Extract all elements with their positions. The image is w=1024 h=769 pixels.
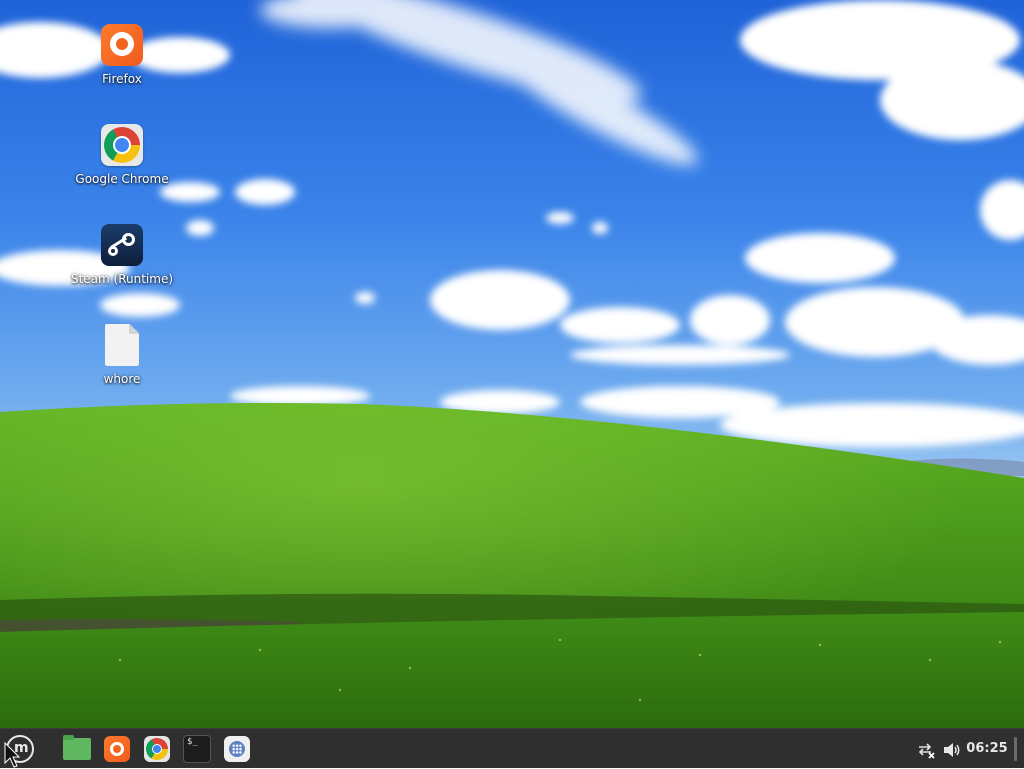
volume-icon (944, 742, 960, 757)
desktop-icon-label: whore (103, 372, 141, 386)
steam-icon (100, 224, 144, 268)
terminal-prompt: $_ (187, 737, 198, 747)
show-desktop-button[interactable] (1014, 737, 1017, 761)
desktop-icon-file[interactable]: whore (67, 324, 177, 386)
launcher-app-grid[interactable] (222, 734, 252, 764)
desktop-icon-google-chrome[interactable]: Google Chrome (67, 124, 177, 186)
chrome-icon (144, 736, 170, 762)
desktop-icon-steam-runtime[interactable]: Steam (Runtime) (67, 224, 177, 286)
desktop-icon-label: Steam (Runtime) (70, 272, 174, 286)
firefox-icon (100, 24, 144, 68)
mouse-pointer-icon (4, 742, 20, 768)
clock[interactable]: 06:25 (966, 729, 1008, 769)
launcher-chrome[interactable] (142, 734, 172, 764)
desktop-icon-label: Google Chrome (75, 172, 169, 186)
terminal-icon: $_ (183, 735, 211, 763)
network-disconnected-icon (918, 742, 935, 759)
network-tray-button[interactable] (916, 729, 938, 769)
app-grid-icon (224, 736, 250, 762)
taskbar: m $_ 06:25 (0, 728, 1024, 768)
desktop-icon-label: Firefox (102, 72, 142, 86)
folder-icon (63, 735, 91, 760)
volume-tray-button[interactable] (942, 729, 964, 769)
file-icon (100, 324, 144, 368)
launcher-terminal[interactable]: $_ (182, 734, 212, 764)
desktop-icon-firefox[interactable]: Firefox (67, 24, 177, 86)
desktop[interactable]: Firefox Google Chrome Steam (Runtime) wh… (0, 0, 1024, 728)
firefox-icon (104, 736, 130, 762)
launcher-firefox[interactable] (102, 734, 132, 764)
launcher-files[interactable] (62, 734, 92, 764)
chrome-icon (100, 124, 144, 168)
